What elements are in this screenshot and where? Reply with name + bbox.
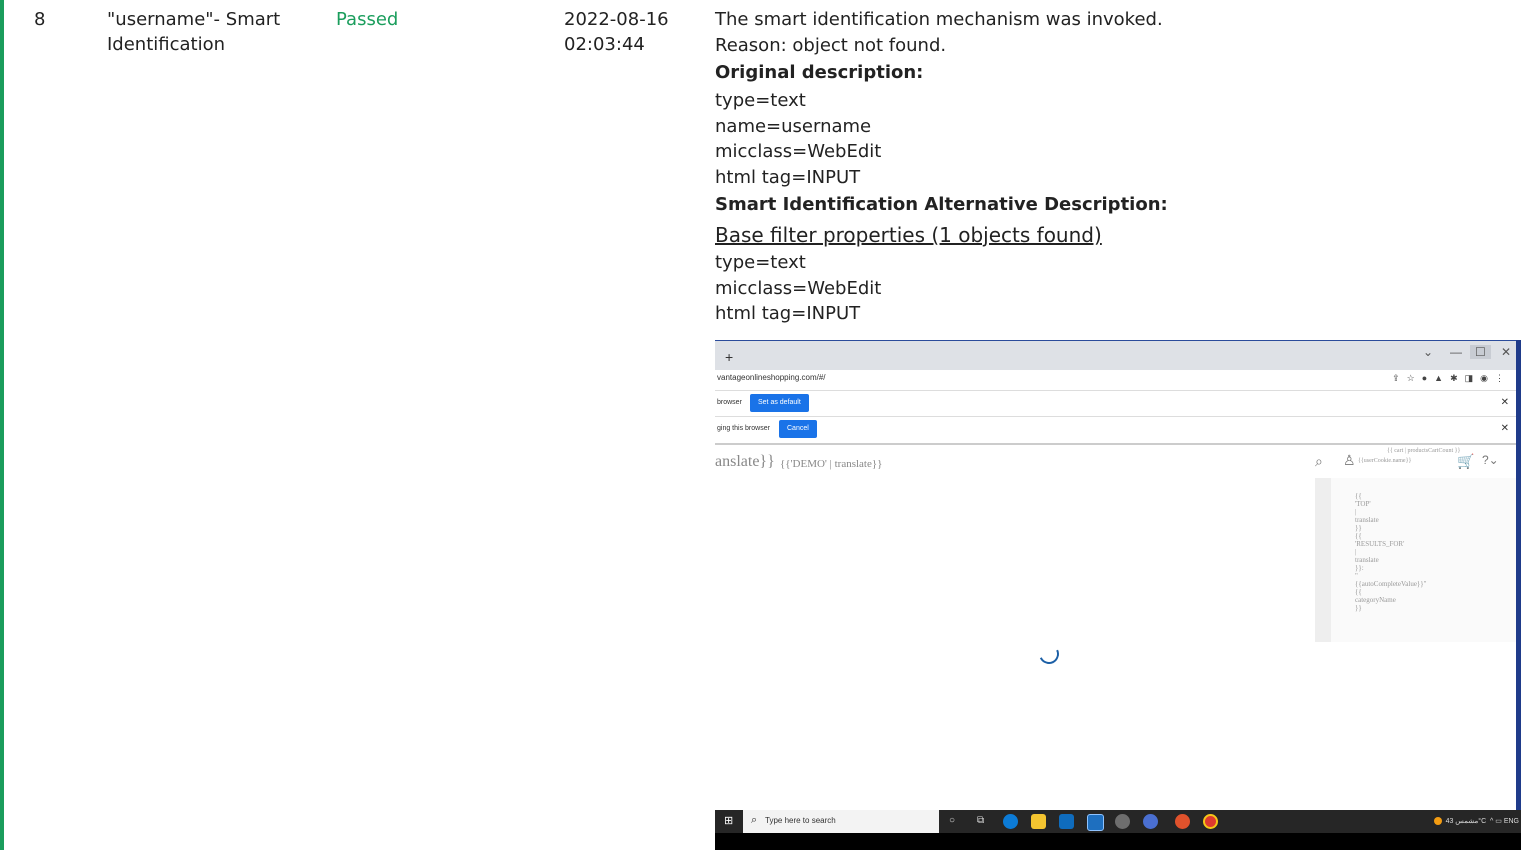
outlook-icon[interactable] [1059, 814, 1074, 829]
app-icon[interactable] [1115, 814, 1130, 829]
user-name-text: {{userCookie.name}} [1358, 458, 1412, 464]
user-icon[interactable]: ♙ [1343, 452, 1356, 469]
edge-icon[interactable] [1003, 814, 1018, 829]
set-default-button[interactable]: Set as default [750, 394, 809, 412]
alt-description-heading: Smart Identification Alternative Descrip… [715, 194, 1168, 215]
step-name-line1: "username"- Smart [107, 9, 281, 30]
url-text: vantageonlineshopping.com/#/ [717, 373, 826, 382]
original-prop: micclass=WebEdit [715, 141, 882, 162]
step-name: "username"- Smart Identification [107, 7, 307, 57]
original-prop: name=username [715, 115, 872, 137]
site-demo-text: {{'DEMO' | translate}} [780, 458, 883, 470]
close-icon[interactable]: ✕ [1501, 345, 1511, 359]
taskbar-search-text: Type here to search [765, 816, 836, 825]
infobar2-text: ging this browser [717, 425, 770, 432]
cart-count-text: {{ cart | productsCartCount }} [1387, 448, 1461, 454]
browser-tabstrip: + ⌄ — ☐ ✕ [715, 340, 1521, 371]
loading-spinner [1036, 641, 1062, 667]
new-tab-button[interactable]: + [725, 349, 733, 365]
windows-taskbar: ⊞ ⌕ Type here to search ○ ⧉ مشمس 43°C ^ … [715, 810, 1521, 833]
timestamp-date: 2022-08-16 [564, 9, 669, 30]
close-icon[interactable]: ✕ [1501, 423, 1509, 434]
alt-prop: html tag=INPUT [715, 303, 861, 324]
panel-scrollbar[interactable] [1315, 478, 1331, 642]
app-icon[interactable] [1175, 814, 1190, 829]
infobar1-text: browser [717, 399, 742, 406]
app-icon[interactable] [1087, 814, 1104, 831]
status-badge: Passed [336, 9, 399, 30]
cart-icon[interactable]: 🛒 [1457, 453, 1474, 470]
toolbar-icons[interactable]: ⇪☆●▲✱◨◉⋮ [1392, 373, 1511, 384]
app-icon[interactable] [1143, 814, 1158, 829]
address-bar[interactable]: vantageonlineshopping.com/#/ ⇪☆●▲✱◨◉⋮ [715, 370, 1521, 391]
original-prop: type=text [715, 90, 806, 111]
debugging-infobar: ging this browser Cancel ✕ [715, 417, 1521, 445]
chrome-icon[interactable] [1203, 814, 1218, 829]
captured-screenshot[interactable]: + ⌄ — ☐ ✕ vantageonlineshopping.com/#/ ⇪… [715, 340, 1521, 850]
task-view-icon[interactable]: ⧉ [977, 815, 984, 826]
minimize-icon[interactable]: — [1450, 345, 1462, 359]
file-explorer-icon[interactable] [1031, 814, 1046, 829]
original-prop: html tag=INPUT [715, 166, 861, 188]
base-filter-link[interactable]: Base filter properties (1 objects found) [715, 220, 1515, 250]
cancel-button[interactable]: Cancel [779, 420, 817, 438]
search-icon[interactable]: ⌕ [1315, 453, 1323, 470]
maximize-icon[interactable]: ☐ [1470, 345, 1491, 359]
step-number: 8 [34, 9, 46, 30]
language-indicator: ENG [1503, 818, 1519, 825]
taskbar-search-box[interactable]: ⌕ Type here to search [743, 810, 939, 833]
screen-bottom [715, 833, 1521, 850]
timestamp: 2022-08-16 02:03:44 [564, 7, 694, 57]
search-results-text: {{ 'TOP' | translate }} {{ 'RESULTS_FOR'… [1355, 492, 1427, 612]
close-icon[interactable]: ✕ [1501, 397, 1509, 408]
alt-prop: type=text [715, 252, 806, 273]
step-name-line2: Identification [107, 34, 226, 55]
original-description-heading: Original description: [715, 62, 924, 83]
chevron-down-icon[interactable]: ⌄ [1423, 345, 1433, 359]
cortana-icon[interactable]: ○ [949, 815, 955, 826]
site-logo-text: anslate}} [715, 453, 775, 470]
system-tray[interactable]: مشمس 43°C ^ ▭ ENG [1433, 817, 1519, 826]
weather-icon [1433, 817, 1442, 826]
help-icon[interactable]: ?⌄ [1482, 453, 1499, 467]
default-browser-infobar: browser Set as default ✕ [715, 391, 1521, 417]
timestamp-time: 02:03:44 [564, 34, 645, 55]
search-icon: ⌕ [751, 814, 758, 826]
alt-prop: micclass=WebEdit [715, 277, 882, 299]
windows-start-icon[interactable]: ⊞ [724, 816, 735, 827]
details-line2: Reason: object not found. [715, 34, 947, 56]
step-details: The smart identification mechanism was i… [715, 7, 1515, 327]
weather-text: مشمس 43°C [1445, 818, 1487, 825]
window-edge [1516, 340, 1521, 810]
details-line1: The smart identification mechanism was i… [715, 9, 1163, 30]
row-accent-bar [0, 0, 4, 850]
